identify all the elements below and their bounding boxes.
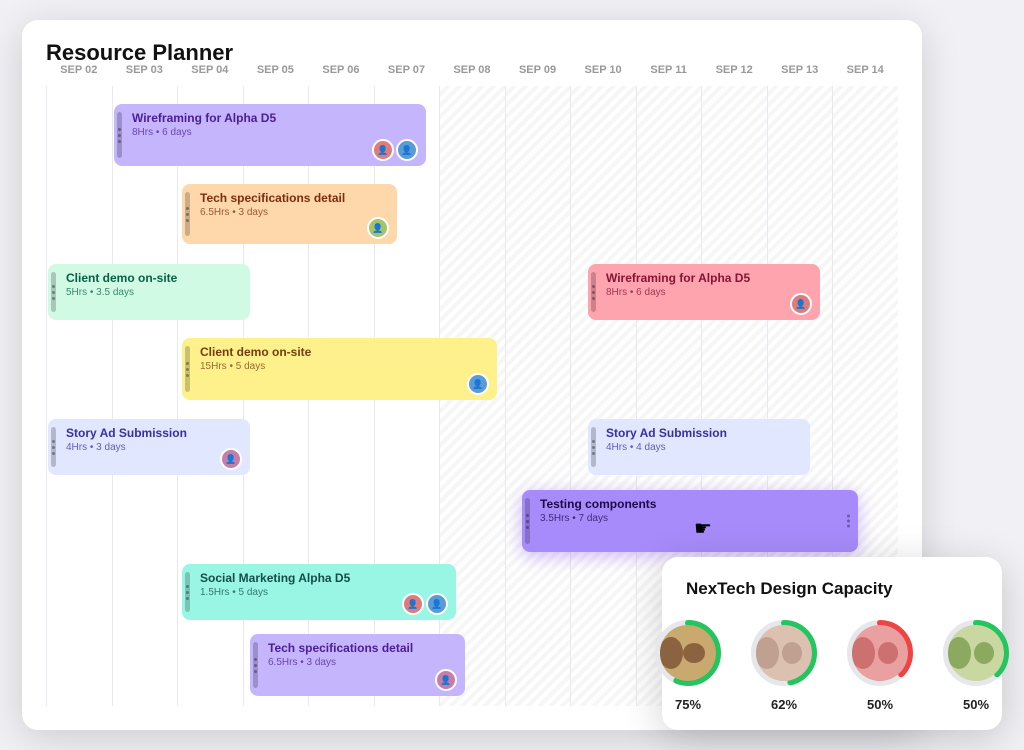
col-label-sep06: SEP 06 xyxy=(308,64,374,76)
col-label-sep09: SEP 09 xyxy=(505,64,571,76)
capacity-card: NexTech Design Capacity xyxy=(662,557,1002,730)
col-label-sep08: SEP 08 xyxy=(439,64,505,76)
capacity-person-1: 75% xyxy=(652,617,724,712)
cap-ring-4 xyxy=(940,617,1012,689)
col-label-sep11: SEP 11 xyxy=(636,64,702,76)
task-bar-t7[interactable]: Story Ad Submission 4Hrs • 4 days xyxy=(588,419,810,475)
grid-col-sep02 xyxy=(46,86,112,706)
task-bar-t2[interactable]: Tech specifications detail 6.5Hrs • 3 da… xyxy=(182,184,397,244)
col-label-sep13: SEP 13 xyxy=(767,64,833,76)
avatar: 👤 xyxy=(790,293,812,315)
capacity-person-4: 50% xyxy=(940,617,1012,712)
task-bar-t6[interactable]: Story Ad Submission 4Hrs • 3 days 👤 xyxy=(48,419,250,475)
task-bar-t9[interactable]: Social Marketing Alpha D5 1.5Hrs • 5 day… xyxy=(182,564,456,620)
capacity-person-3: 50% xyxy=(844,617,916,712)
task-bar-t10[interactable]: Tech specifications detail 6.5Hrs • 3 da… xyxy=(250,634,465,696)
avatar: 👤 xyxy=(426,593,448,615)
col-label-sep07: SEP 07 xyxy=(374,64,440,76)
outer-container: Resource Planner xyxy=(22,20,1002,730)
capacity-title: NexTech Design Capacity xyxy=(686,579,978,599)
page-title: Resource Planner xyxy=(22,20,922,66)
cap-pct-1: 75% xyxy=(675,697,701,712)
cap-ring-2 xyxy=(748,617,820,689)
cursor-icon: ☛ xyxy=(694,516,712,541)
avatar: 👤 xyxy=(220,448,242,470)
col-label-sep03: SEP 03 xyxy=(112,64,178,76)
col-label-sep02: SEP 02 xyxy=(46,64,112,76)
cap-pct-4: 50% xyxy=(963,697,989,712)
task-bar-t1[interactable]: Wireframing for Alpha D5 8Hrs • 6 days 👤… xyxy=(114,104,426,166)
avatar: 👤 xyxy=(467,373,489,395)
avatar: 👤 xyxy=(396,139,418,161)
avatar: 👤 xyxy=(372,139,394,161)
col-label-sep04: SEP 04 xyxy=(177,64,243,76)
task-bar-t5[interactable]: Client demo on-site 15Hrs • 5 days 👤 xyxy=(182,338,497,400)
avatar: 👤 xyxy=(435,669,457,691)
cap-pct-2: 62% xyxy=(771,697,797,712)
col-label-sep12: SEP 12 xyxy=(701,64,767,76)
grid-col-sep10 xyxy=(570,86,636,706)
cap-ring-1 xyxy=(652,617,724,689)
capacity-person-2: 62% xyxy=(748,617,820,712)
task-bar-t3[interactable]: Client demo on-site 5Hrs • 3.5 days xyxy=(48,264,250,320)
col-label-sep10: SEP 10 xyxy=(570,64,636,76)
cap-ring-3 xyxy=(844,617,916,689)
task-bar-t8[interactable]: Testing components 3.5Hrs • 7 days xyxy=(522,490,858,552)
task-bar-t4[interactable]: Wireframing for Alpha D5 8Hrs • 6 days 👤 xyxy=(588,264,820,320)
grid-col-sep03 xyxy=(112,86,178,706)
avatar: 👤 xyxy=(402,593,424,615)
capacity-avatars-row: 75% xyxy=(686,617,978,712)
cap-pct-3: 50% xyxy=(867,697,893,712)
grid-col-sep09 xyxy=(505,86,571,706)
col-label-sep14: SEP 14 xyxy=(832,64,898,76)
avatar: 👤 xyxy=(367,217,389,239)
col-label-sep05: SEP 05 xyxy=(243,64,309,76)
